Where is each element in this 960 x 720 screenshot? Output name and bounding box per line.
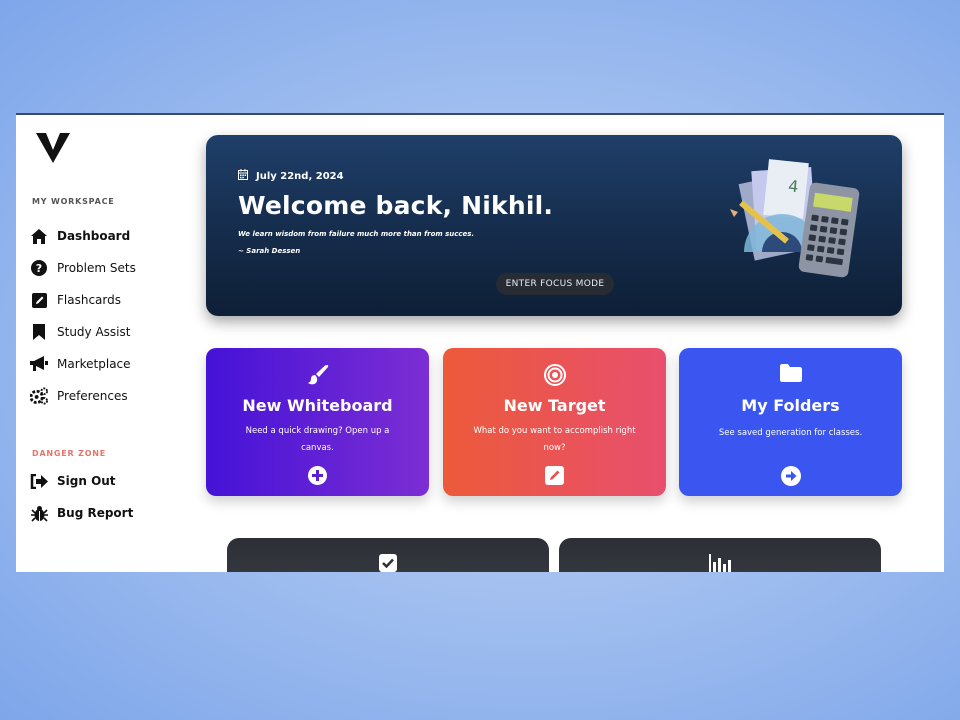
bar-chart-icon (559, 554, 881, 572)
app-logo[interactable] (36, 133, 70, 163)
megaphone-icon (30, 355, 48, 373)
sidebar-item-flashcards[interactable]: Flashcards (30, 289, 121, 311)
sidebar-item-label: Bug Report (57, 506, 134, 520)
section-label-danger-zone: DANGER ZONE (32, 449, 107, 458)
welcome-banner: July 22nd, 2024 Welcome back, Nikhil. We… (206, 135, 902, 316)
sidebar: MY WORKSPACE Dashboard ? Problem Sets Fl… (16, 115, 196, 572)
sidebar-item-dashboard[interactable]: Dashboard (30, 225, 130, 247)
stats-card[interactable] (559, 538, 881, 572)
enter-focus-mode-button[interactable]: ENTER FOCUS MODE (496, 273, 614, 295)
sidebar-item-label: Study Assist (57, 325, 131, 339)
question-circle-icon: ? (30, 259, 48, 277)
quote-text: We learn wisdom from failure much more t… (238, 230, 475, 238)
sidebar-item-label: Flashcards (57, 293, 121, 307)
checkbox-icon (227, 554, 549, 572)
new-whiteboard-card[interactable]: New Whiteboard Need a quick drawing? Ope… (206, 348, 429, 496)
math-tools-illustration: 4 (730, 159, 860, 278)
card-description: Need a quick drawing? Open up a canvas. (245, 426, 390, 453)
home-icon (30, 227, 48, 245)
sidebar-item-label: Dashboard (57, 229, 131, 243)
card-title: New Target (503, 396, 606, 415)
welcome-heading: Welcome back, Nikhil. (238, 191, 554, 220)
date-text: July 22nd, 2024 (256, 170, 344, 182)
my-folders-card[interactable]: My Folders See saved generation for clas… (679, 348, 902, 496)
date-display: July 22nd, 2024 (238, 169, 344, 183)
bug-icon (30, 504, 48, 522)
sidebar-item-bug-report[interactable]: Bug Report (30, 502, 133, 524)
card-title: New Whiteboard (242, 396, 393, 415)
plus-circle-icon[interactable] (206, 466, 429, 485)
card-title: My Folders (741, 396, 840, 415)
sidebar-item-label: Problem Sets (57, 261, 136, 275)
paintbrush-icon (206, 364, 429, 386)
edit-icon[interactable] (443, 466, 666, 485)
sidebar-item-label: Marketplace (57, 357, 131, 371)
svg-text:4: 4 (787, 176, 799, 196)
card-description: What do you want to accomplish right now… (473, 426, 636, 453)
quote-author: ~ Sarah Dessen (238, 247, 301, 255)
sidebar-item-marketplace[interactable]: Marketplace (30, 353, 131, 375)
gears-icon (30, 387, 48, 405)
app-window: MY WORKSPACE Dashboard ? Problem Sets Fl… (16, 113, 944, 572)
sidebar-item-sign-out[interactable]: Sign Out (30, 470, 116, 492)
sidebar-item-preferences[interactable]: Preferences (30, 385, 128, 407)
sidebar-item-study-assist[interactable]: Study Assist (30, 321, 130, 343)
arrow-right-circle-icon[interactable] (679, 466, 902, 486)
folder-icon (679, 364, 902, 382)
sidebar-item-problem-sets[interactable]: ? Problem Sets (30, 257, 136, 279)
calendar-icon (238, 169, 248, 183)
section-label-workspace: MY WORKSPACE (32, 197, 115, 206)
new-target-card[interactable]: New Target What do you want to accomplis… (443, 348, 666, 496)
card-description: See saved generation for classes. (718, 428, 863, 438)
sign-out-icon (30, 472, 48, 490)
sidebar-item-label: Preferences (57, 389, 128, 403)
sidebar-item-label: Sign Out (57, 474, 116, 488)
edit-square-icon (30, 291, 48, 309)
target-icon (443, 364, 666, 386)
svg-text:?: ? (36, 262, 42, 275)
tasks-card[interactable] (227, 538, 549, 572)
bookmark-icon (30, 323, 48, 341)
